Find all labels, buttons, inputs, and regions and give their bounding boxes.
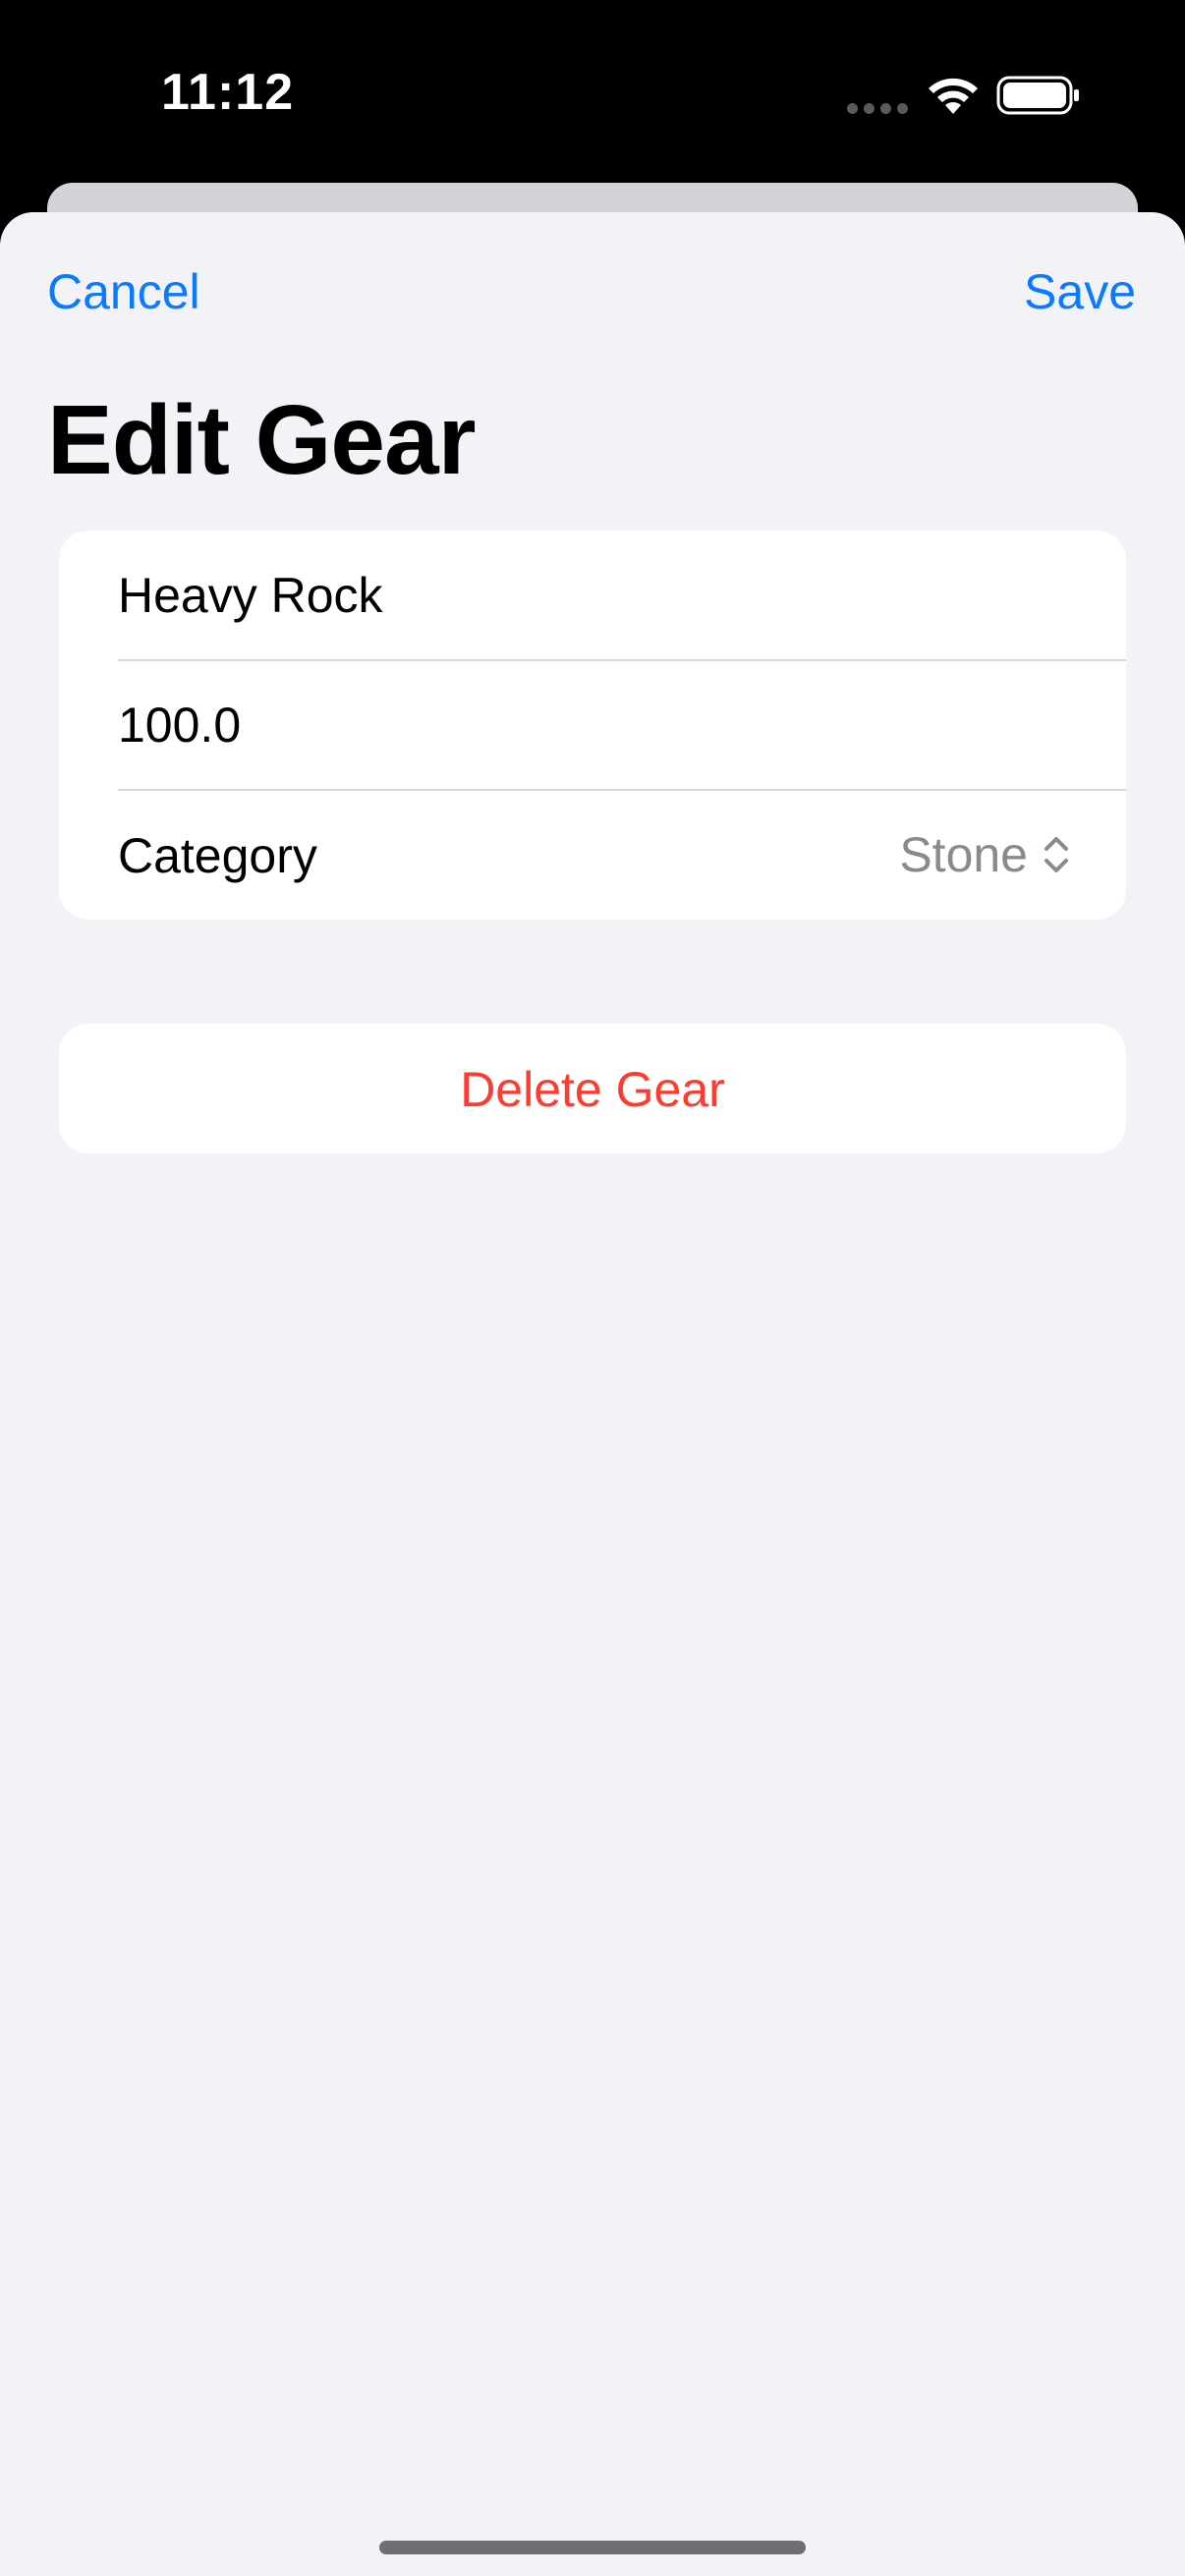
- category-label: Category: [118, 828, 317, 883]
- gear-weight-field[interactable]: [118, 660, 1081, 790]
- chevron-up-down-icon: [1044, 837, 1068, 872]
- page-title: Edit Gear: [47, 385, 477, 495]
- gear-name-field[interactable]: [118, 531, 1081, 660]
- battery-full-icon: [996, 76, 1079, 115]
- cancel-button[interactable]: Cancel: [47, 263, 200, 320]
- delete-gear-label: Delete Gear: [460, 1062, 725, 1117]
- category-picker-value: Stone: [899, 827, 1028, 882]
- wifi-icon: [929, 78, 978, 114]
- weight-row: [59, 660, 1126, 790]
- category-row[interactable]: Category Stone: [59, 790, 1126, 920]
- status-bar: 11:12: [0, 0, 1185, 187]
- name-row: [59, 531, 1126, 660]
- save-button[interactable]: Save: [1024, 263, 1136, 320]
- gear-form-section: Category Stone: [59, 531, 1126, 920]
- delete-gear-button[interactable]: Delete Gear: [59, 1024, 1126, 1153]
- edit-gear-sheet: Cancel Save Edit Gear Category Stone Del…: [0, 212, 1185, 2576]
- home-indicator[interactable]: [379, 2541, 806, 2554]
- status-time: 11:12: [161, 64, 295, 121]
- cellular-signal-icon: [847, 103, 908, 115]
- category-picker[interactable]: Stone: [899, 819, 1071, 890]
